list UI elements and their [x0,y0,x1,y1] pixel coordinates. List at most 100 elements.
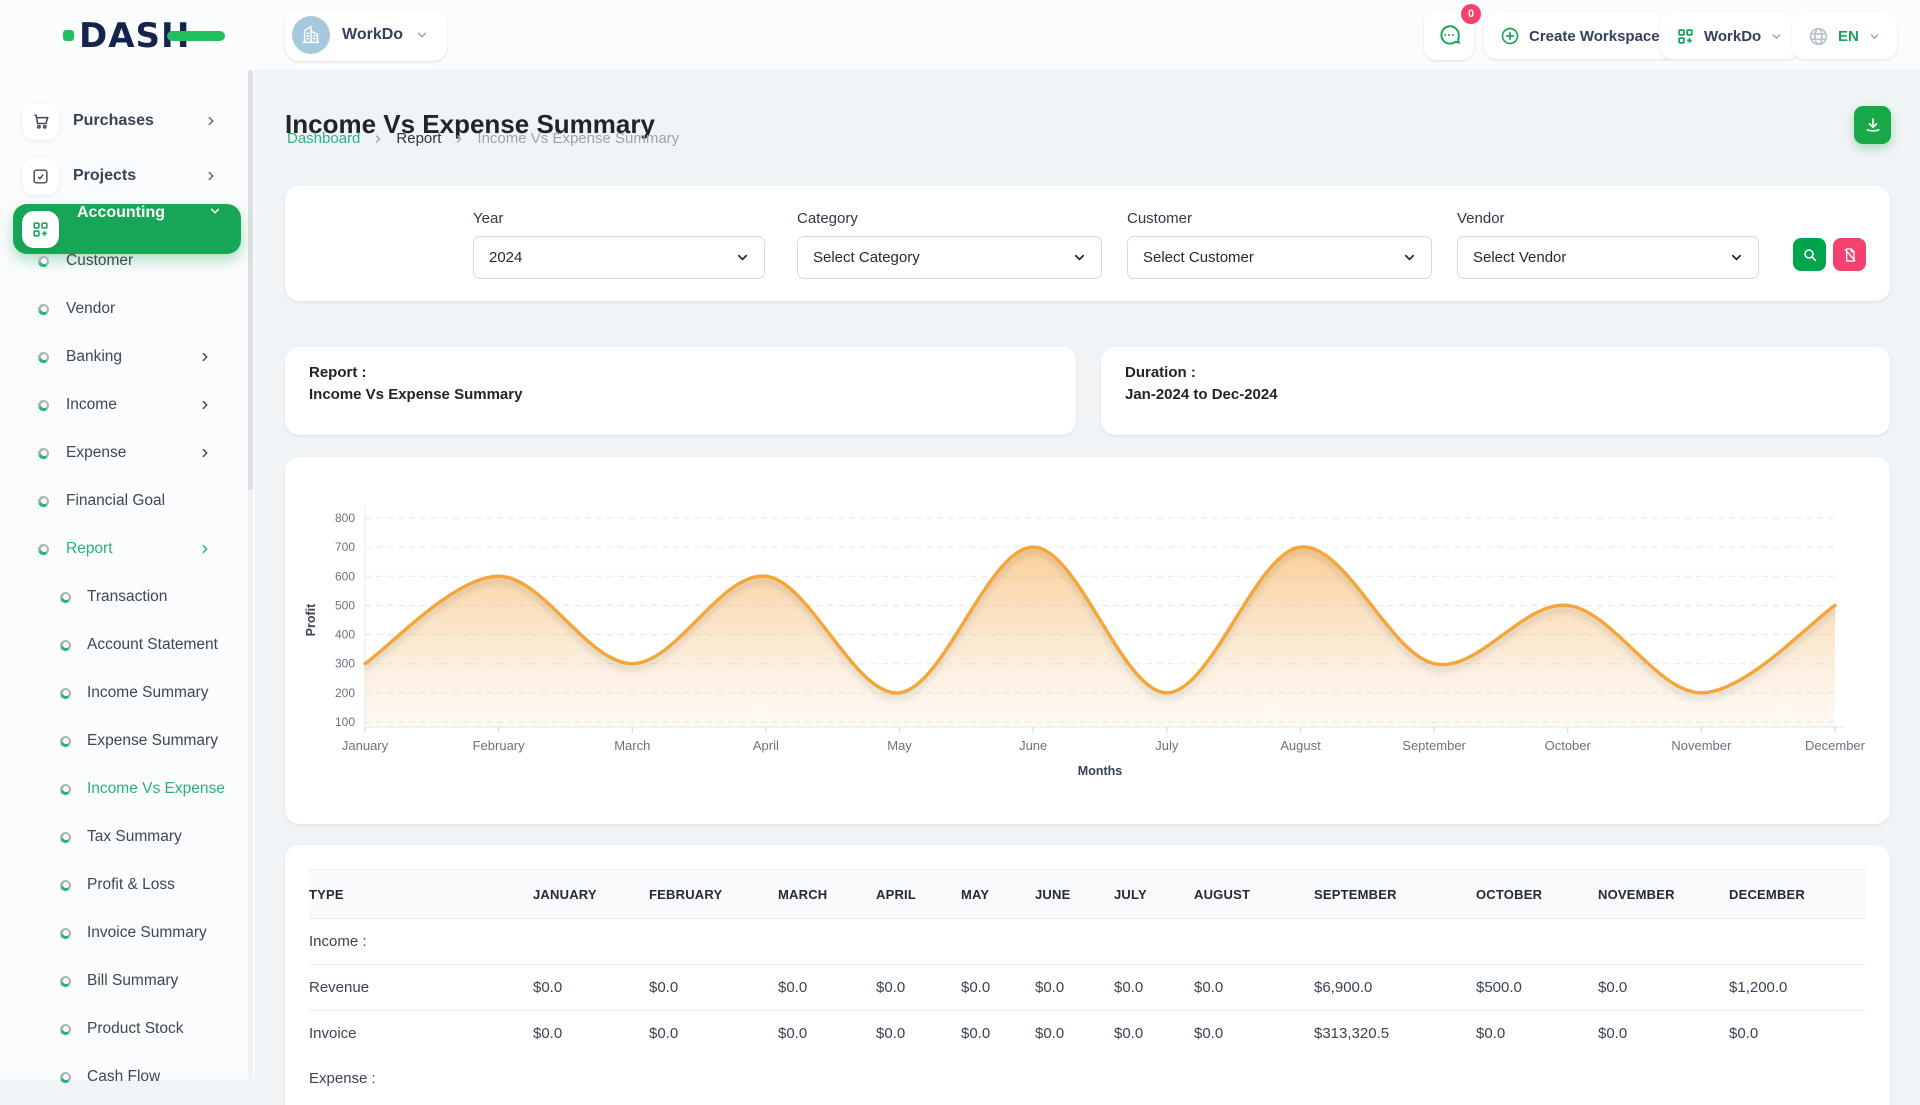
create-workspace-button[interactable]: Create Workspace [1484,13,1676,59]
sidebar-item-financial-goal[interactable]: Financial Goal [0,477,250,525]
sidebar-item-purchases[interactable]: Purchases [0,96,250,146]
apply-filter-button[interactable] [1793,238,1826,271]
bullet-donut-icon [60,832,71,843]
sidebar-item-product-stock[interactable]: Product Stock [0,1005,250,1053]
sidebar-item-projects[interactable]: Projects [0,151,250,201]
sidebar-item-account-statement[interactable]: Account Statement [0,621,250,669]
table-row-revenue: Revenue$0.0$0.0$0.0$0.0$0.0$0.0$0.0$0.0$… [309,965,1866,1011]
cell-invoice-september: $313,320.5 [1314,1011,1476,1057]
breadcrumb-separator-icon [372,133,384,145]
sidebar-item-bill-summary[interactable]: Bill Summary [0,957,250,1005]
sidebar-item-customer[interactable]: Customer [0,237,250,285]
tasks-icon [22,158,59,195]
workdo-menu-button[interactable]: WorkDo [1660,13,1799,59]
app: DASH WorkDo 0 [0,0,1920,1080]
chevron-right-icon [198,350,212,364]
chevron-down-icon [1729,250,1744,265]
sidebar-item-income[interactable]: Income [0,381,250,429]
download-icon [1864,116,1882,134]
year-select[interactable]: 2024 [473,236,765,279]
year-selected-value: 2024 [489,249,522,266]
bullet-donut-icon [60,736,71,747]
sidebar-item-expense-summary[interactable]: Expense Summary [0,717,250,765]
chevron-right-icon [198,398,212,412]
column-header-november: NOVEMBER [1598,870,1729,919]
chat-icon [1436,22,1462,48]
filter-field-vendor: Vendor Select Vendor [1457,210,1759,279]
category-select[interactable]: Select Category [797,236,1102,279]
building-icon [300,24,322,46]
cell-invoice-october: $0.0 [1476,1011,1598,1057]
x-tick-label: November [1671,738,1732,753]
column-header-september: SEPTEMBER [1314,870,1476,919]
sidebar-item-label: Customer [66,252,133,270]
x-tick-label: September [1402,738,1466,753]
cell-invoice-march: $0.0 [778,1011,876,1057]
customer-select[interactable]: Select Customer [1127,236,1432,279]
report-summary-card: Report : Income Vs Expense Summary [285,347,1076,435]
sidebar-item-label: Report [66,540,113,558]
section-label: Income : [309,919,1866,965]
sidebar-item-banking[interactable]: Banking [0,333,250,381]
bullet-donut-icon [38,256,49,267]
sidebar-item-cash-flow[interactable]: Cash Flow [0,1053,250,1101]
y-tick-label: 300 [335,657,355,671]
breadcrumb-item-1[interactable]: Dashboard [287,130,360,147]
sidebar-item-transaction[interactable]: Transaction [0,573,250,621]
column-header-december: DECEMBER [1729,870,1866,919]
sidebar-item-income-vs-expense[interactable]: Income Vs Expense [0,765,250,813]
sidebar-item-expense[interactable]: Expense [0,429,250,477]
bullet-donut-icon [60,640,71,651]
filter-label-customer: Customer [1127,210,1432,227]
create-workspace-label: Create Workspace [1529,28,1660,45]
sidebar-item-income-summary[interactable]: Income Summary [0,669,250,717]
cell-invoice-february: $0.0 [649,1011,778,1057]
filter-field-customer: Customer Select Customer [1127,210,1432,279]
breadcrumb-separator-icon [453,133,465,145]
income-expense-table-card: TYPEJANUARYFEBRUARYMARCHAPRILMAYJUNEJULY… [285,845,1890,1105]
workspace-avatar [292,16,330,54]
column-header-march: MARCH [778,870,876,919]
x-tick-label: July [1155,738,1179,753]
sidebar-item-report[interactable]: Report [0,525,250,573]
search-icon [1802,247,1818,263]
language-selector[interactable]: EN [1792,13,1897,59]
vendor-select[interactable]: Select Vendor [1457,236,1759,279]
section-label: Expense : [309,1056,1866,1101]
sidebar-item-label: Tax Summary [87,828,182,846]
sidebar-item-profit-loss[interactable]: Profit & Loss [0,861,250,909]
brand-logo[interactable]: DASH [63,14,263,56]
cell-revenue-march: $0.0 [778,965,876,1011]
chevron-right-icon [204,114,218,128]
sidebar-item-label: Banking [66,348,122,366]
chevron-right-icon [198,542,212,556]
reset-filter-button[interactable] [1833,238,1866,271]
bullet-donut-icon [38,352,49,363]
cell-invoice-may: $0.0 [961,1011,1035,1057]
bullet-donut-icon [38,448,49,459]
messages-button[interactable]: 0 [1424,10,1474,60]
cart-icon [22,103,59,140]
workspace-switcher[interactable]: WorkDo [285,9,447,61]
section-row: Income : [309,919,1866,965]
sidebar-item-label: Income Vs Expense [87,780,225,798]
filter-label-vendor: Vendor [1457,210,1759,227]
sidebar-item-vendor[interactable]: Vendor [0,285,250,333]
cell-invoice-june: $0.0 [1035,1011,1114,1057]
sidebar-item-label: Expense [66,444,126,462]
plus-circle-icon [1500,26,1520,46]
filter-panel: Year2024CategorySelect CategoryCustomerS… [285,186,1890,301]
chevron-right-icon [204,169,218,183]
sidebar-item-label: Income [66,396,117,414]
bullet-donut-icon [60,1024,71,1035]
download-report-button[interactable] [1854,106,1891,144]
sidebar-item-tax-summary[interactable]: Tax Summary [0,813,250,861]
column-header-october: OCTOBER [1476,870,1598,919]
bullet-donut-icon [60,1072,71,1083]
sidebar-item-invoice-summary[interactable]: Invoice Summary [0,909,250,957]
language-code: EN [1838,28,1859,45]
breadcrumb-item-2[interactable]: Report [396,130,441,147]
y-tick-label: 100 [335,715,355,729]
dash-logo-graphic: DASH [63,14,263,56]
cell-revenue-january: $0.0 [533,965,649,1011]
